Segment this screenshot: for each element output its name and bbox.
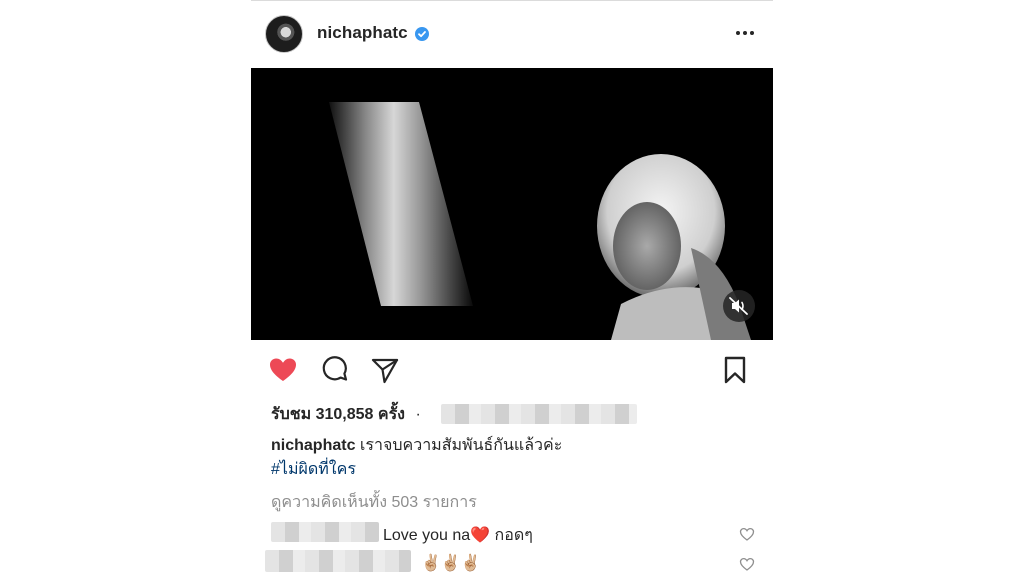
comment-row: ✌🏼✌🏼✌🏼 xyxy=(265,550,761,574)
avatar[interactable] xyxy=(265,15,303,53)
blurred-liked-by xyxy=(441,404,637,424)
bookmark-icon[interactable] xyxy=(719,354,751,386)
video-frame xyxy=(251,68,773,340)
verified-badge-icon xyxy=(415,27,429,41)
comment-like-icon[interactable] xyxy=(739,556,755,572)
caption-text: เราจบความสัมพันธ์กันแล้วค่ะ xyxy=(359,437,563,454)
action-bar xyxy=(251,350,773,390)
more-options-icon[interactable] xyxy=(735,29,755,37)
post-caption: nichaphatc เราจบความสัมพันธ์กันแล้วค่ะ #… xyxy=(271,434,761,482)
caption-username[interactable]: nichaphatc xyxy=(271,437,355,454)
instagram-post: nichaphatc รับชม 310,858 ครั้ง · nichaph… xyxy=(251,0,773,577)
comment-icon[interactable] xyxy=(319,354,351,386)
view-count: รับชม 310,858 ครั้ง · xyxy=(271,402,421,424)
post-video[interactable] xyxy=(251,68,773,340)
separator-dot: · xyxy=(415,406,421,423)
share-icon[interactable] xyxy=(369,354,401,386)
comment-text-main: Love you na xyxy=(383,527,471,544)
muted-speaker-icon[interactable] xyxy=(723,290,755,322)
hashtag-link[interactable]: #ไม่ผิดที่ใคร xyxy=(271,461,356,478)
comment-text: ✌🏼✌🏼✌🏼 xyxy=(421,555,481,572)
post-header: nichaphatc xyxy=(251,0,773,68)
heart-icon[interactable] xyxy=(267,354,299,386)
comment-like-icon[interactable] xyxy=(739,526,755,542)
blurred-commenter xyxy=(271,522,379,542)
views-text: รับชม 310,858 ครั้ง xyxy=(271,406,405,423)
comment-row: Love you na❤️ กอดๆ xyxy=(271,520,761,544)
view-all-comments-link[interactable]: ดูความคิดเห็นทั้ง 503 รายการ xyxy=(271,490,477,515)
heart-emoji: ❤️ xyxy=(470,527,491,544)
blurred-commenter xyxy=(265,550,411,572)
comment-text: Love you na❤️ กอดๆ xyxy=(383,523,533,548)
username[interactable]: nichaphatc xyxy=(317,23,408,43)
comment-text-tail: กอดๆ xyxy=(490,527,533,544)
